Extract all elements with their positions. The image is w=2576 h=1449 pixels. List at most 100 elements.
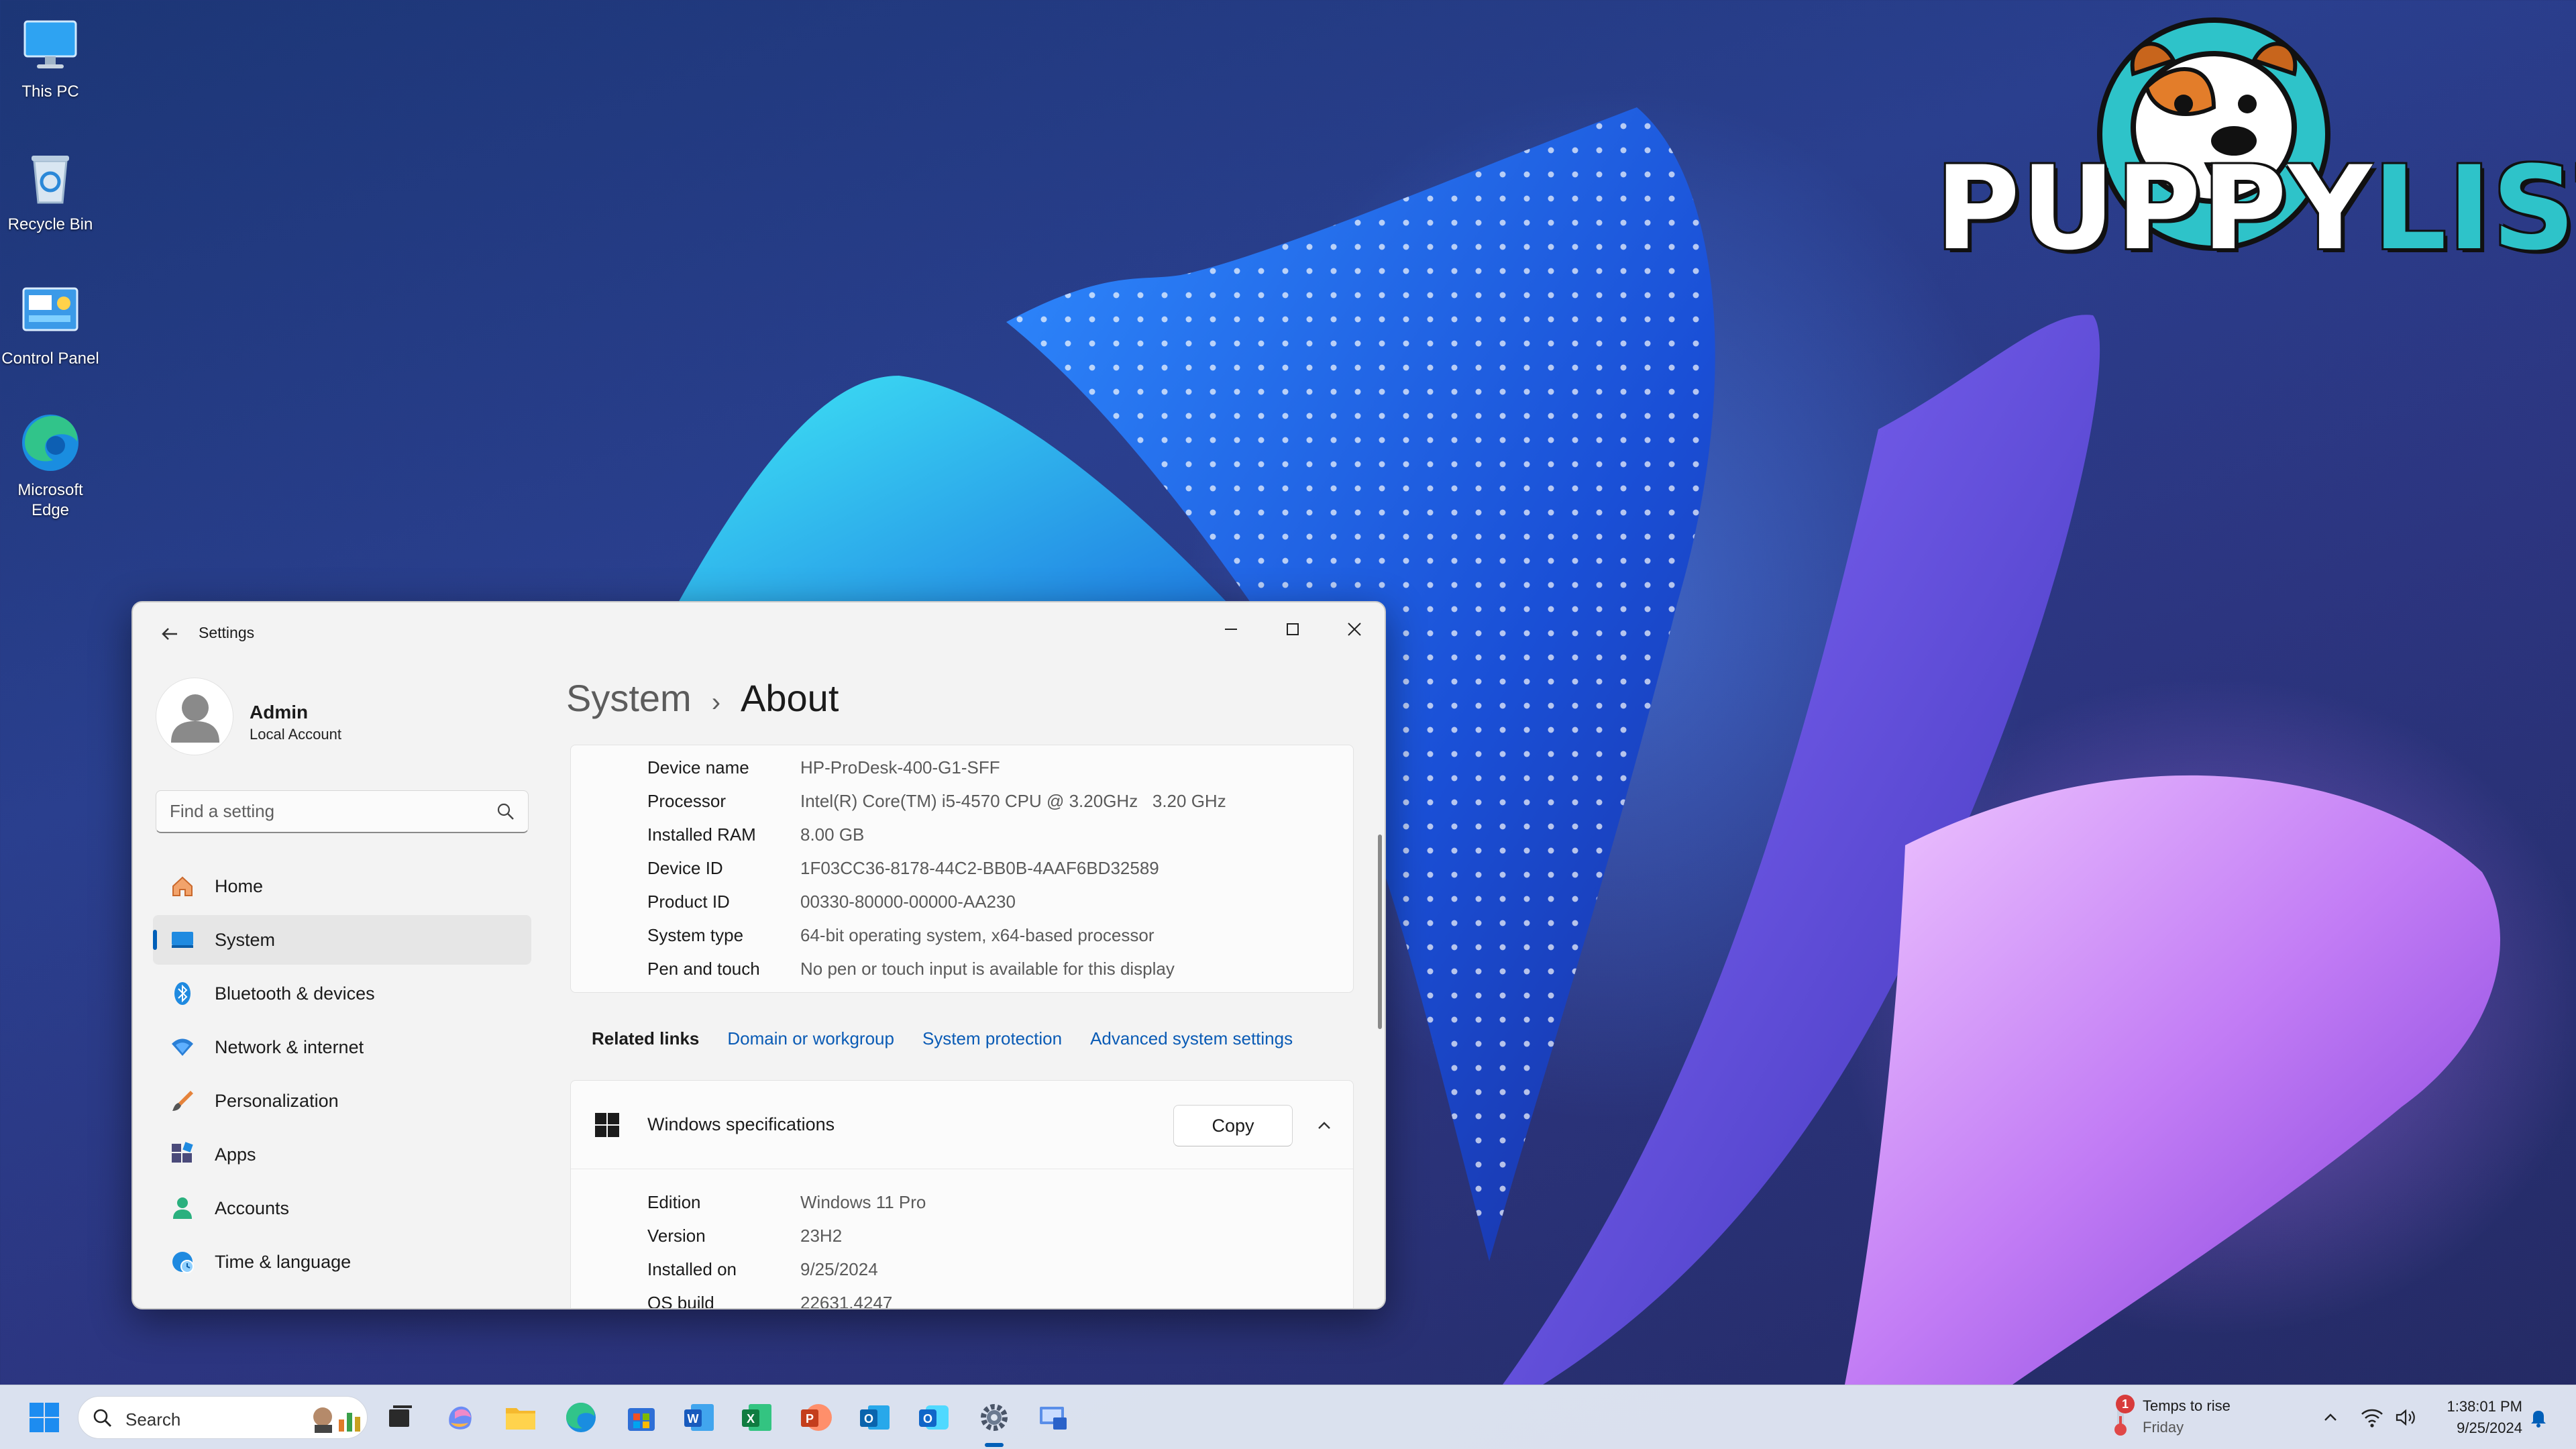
arrow-left-icon — [162, 628, 177, 640]
powerpoint-icon[interactable]: P — [796, 1397, 836, 1438]
spec-value: 22631.4247 — [800, 1293, 893, 1309]
search-icon[interactable] — [496, 802, 516, 822]
spec-value: HP-ProDesk-400-G1-SFF — [800, 757, 1000, 777]
spec-value: 1F03CC36-8178-44C2-BB0B-4AAF6BD32589 — [800, 858, 1159, 878]
nav-item-home[interactable]: Home — [153, 861, 531, 911]
windows-specifications-header[interactable]: Windows specifications Copy — [571, 1081, 1353, 1169]
spec-value: 64-bit operating system, x64-based proce… — [800, 925, 1155, 945]
taskbar-clock[interactable]: 1:38:01 PM 9/25/2024 — [2428, 1396, 2522, 1439]
collapse-button[interactable] — [1309, 1110, 1340, 1141]
edge-icon[interactable] — [561, 1397, 601, 1438]
related-links: Related links Domain or workgroup System… — [570, 1005, 1354, 1072]
start-button-windows-icon[interactable] — [24, 1397, 64, 1438]
spec-label: System type — [647, 925, 744, 945]
spec-value: 8.00 GB — [800, 824, 865, 845]
nav-item-apps[interactable]: Apps — [153, 1130, 531, 1179]
copilot-icon[interactable] — [440, 1397, 480, 1438]
svg-text:P: P — [806, 1412, 814, 1426]
nav-item-network[interactable]: Network & internet — [153, 1022, 531, 1072]
avatar — [156, 678, 233, 755]
taskbar: Search W X P O O 1 Temps to rise Friday … — [0, 1385, 2576, 1449]
spec-row: Installed RAM 8.00 GB — [647, 824, 864, 845]
minimize-button[interactable] — [1201, 609, 1261, 649]
link-advanced-system-settings[interactable]: Advanced system settings — [1090, 1028, 1293, 1049]
spec-label: Edition — [647, 1192, 701, 1212]
search-highlight-icon — [313, 1407, 360, 1433]
weather-widget[interactable]: 1 Temps to rise Friday — [2106, 1395, 2267, 1442]
taskbar-search-label: Search — [125, 1409, 181, 1430]
weather-notification-badge: 1 — [2116, 1395, 2135, 1413]
breadcrumb-parent[interactable]: System — [566, 676, 692, 720]
weather-day: Friday — [2143, 1419, 2184, 1436]
desktop-icon-microsoft-edge[interactable]: Microsoft Edge — [0, 411, 101, 521]
nav-label: System — [215, 929, 276, 950]
task-view-icon[interactable] — [380, 1397, 420, 1438]
maximize-button[interactable] — [1263, 609, 1323, 649]
window-title: Settings — [199, 624, 255, 641]
puppylist-logo-text: PUPPYLIST — [1935, 141, 2576, 276]
windows-specifications-card: Windows specifications Copy Edition Wind… — [570, 1080, 1354, 1309]
notifications-button[interactable] — [2522, 1401, 2555, 1434]
show-hidden-icons-button[interactable] — [2314, 1401, 2347, 1434]
close-icon — [1348, 623, 1361, 636]
settings-nav: Home System Bluetooth & devices Network … — [153, 861, 531, 1291]
nav-item-time-language[interactable]: Time & language — [153, 1237, 531, 1287]
device-specifications-card: Device name HP-ProDesk-400-G1-SFF Proces… — [570, 745, 1354, 993]
system-icon — [172, 932, 193, 948]
spec-row: Installed on 9/25/2024 — [647, 1259, 878, 1280]
spec-row: Processor Intel(R) Core(TM) i5-4570 CPU … — [647, 791, 1226, 812]
spec-label: Installed RAM — [647, 824, 756, 845]
spec-row: Edition Windows 11 Pro — [647, 1192, 926, 1213]
excel-icon[interactable]: X — [737, 1397, 777, 1438]
content-scrollbar[interactable] — [1378, 835, 1382, 1029]
copy-button[interactable]: Copy — [1173, 1105, 1293, 1146]
spec-value: No pen or touch input is available for t… — [800, 959, 1175, 979]
spec-label: Pen and touch — [647, 959, 760, 979]
nav-item-bluetooth[interactable]: Bluetooth & devices — [153, 969, 531, 1018]
desktop-icon-this-pc[interactable]: This PC — [0, 12, 101, 102]
clock-time: 1:38:01 PM — [2447, 1398, 2522, 1415]
settings-icon[interactable] — [974, 1397, 1014, 1438]
spec-label: Device name — [647, 757, 749, 777]
close-button[interactable] — [1324, 609, 1385, 649]
nav-label: Apps — [215, 1144, 256, 1165]
taskbar-search[interactable]: Search — [78, 1396, 368, 1439]
nav-item-accounts[interactable]: Accounts — [153, 1183, 531, 1233]
search-input[interactable] — [156, 791, 485, 831]
volume-control[interactable] — [2390, 1401, 2422, 1434]
spec-value: 9/25/2024 — [800, 1259, 878, 1279]
profile-name: Admin — [250, 702, 309, 722]
outlook-new-icon[interactable]: O — [914, 1397, 954, 1438]
outlook-classic-icon[interactable]: O — [855, 1397, 895, 1438]
spec-value: 00330-80000-00000-AA230 — [800, 892, 1016, 912]
brush-icon — [172, 1091, 193, 1111]
word-icon[interactable]: W — [679, 1397, 719, 1438]
system-info-icon[interactable] — [1033, 1397, 1073, 1438]
search-icon — [93, 1409, 111, 1427]
link-domain-or-workgroup[interactable]: Domain or workgroup — [727, 1028, 894, 1049]
spec-label: Device ID — [647, 858, 723, 878]
spec-label: Processor — [647, 791, 727, 811]
back-button[interactable] — [153, 617, 186, 651]
file-explorer-icon[interactable] — [500, 1397, 541, 1438]
apps-icon — [172, 1142, 193, 1163]
link-system-protection[interactable]: System protection — [922, 1028, 1062, 1049]
nav-label: Network & internet — [215, 1036, 364, 1057]
desktop-icon-recycle-bin[interactable]: Recycle Bin — [0, 145, 101, 235]
store-icon[interactable] — [621, 1397, 661, 1438]
bluetooth-icon — [174, 982, 191, 1005]
recycle-bin-icon — [32, 156, 69, 204]
page-title: About — [741, 677, 839, 719]
wifi-icon — [172, 1038, 193, 1056]
network-status[interactable] — [2356, 1401, 2388, 1434]
nav-item-personalization[interactable]: Personalization — [153, 1076, 531, 1126]
globe-icon — [172, 1252, 194, 1273]
spec-label: OS build — [647, 1293, 714, 1309]
monitor-icon — [23, 20, 77, 68]
spec-row: Pen and touch No pen or touch input is a… — [647, 959, 1175, 979]
find-setting-search[interactable] — [156, 790, 529, 833]
settings-window: Settings Admin Local Account Find a sett… — [131, 601, 1386, 1309]
windows-specifications-title: Windows specifications — [647, 1114, 835, 1134]
nav-item-system[interactable]: System — [153, 915, 531, 965]
desktop-icon-control-panel[interactable]: Control Panel — [0, 279, 101, 369]
